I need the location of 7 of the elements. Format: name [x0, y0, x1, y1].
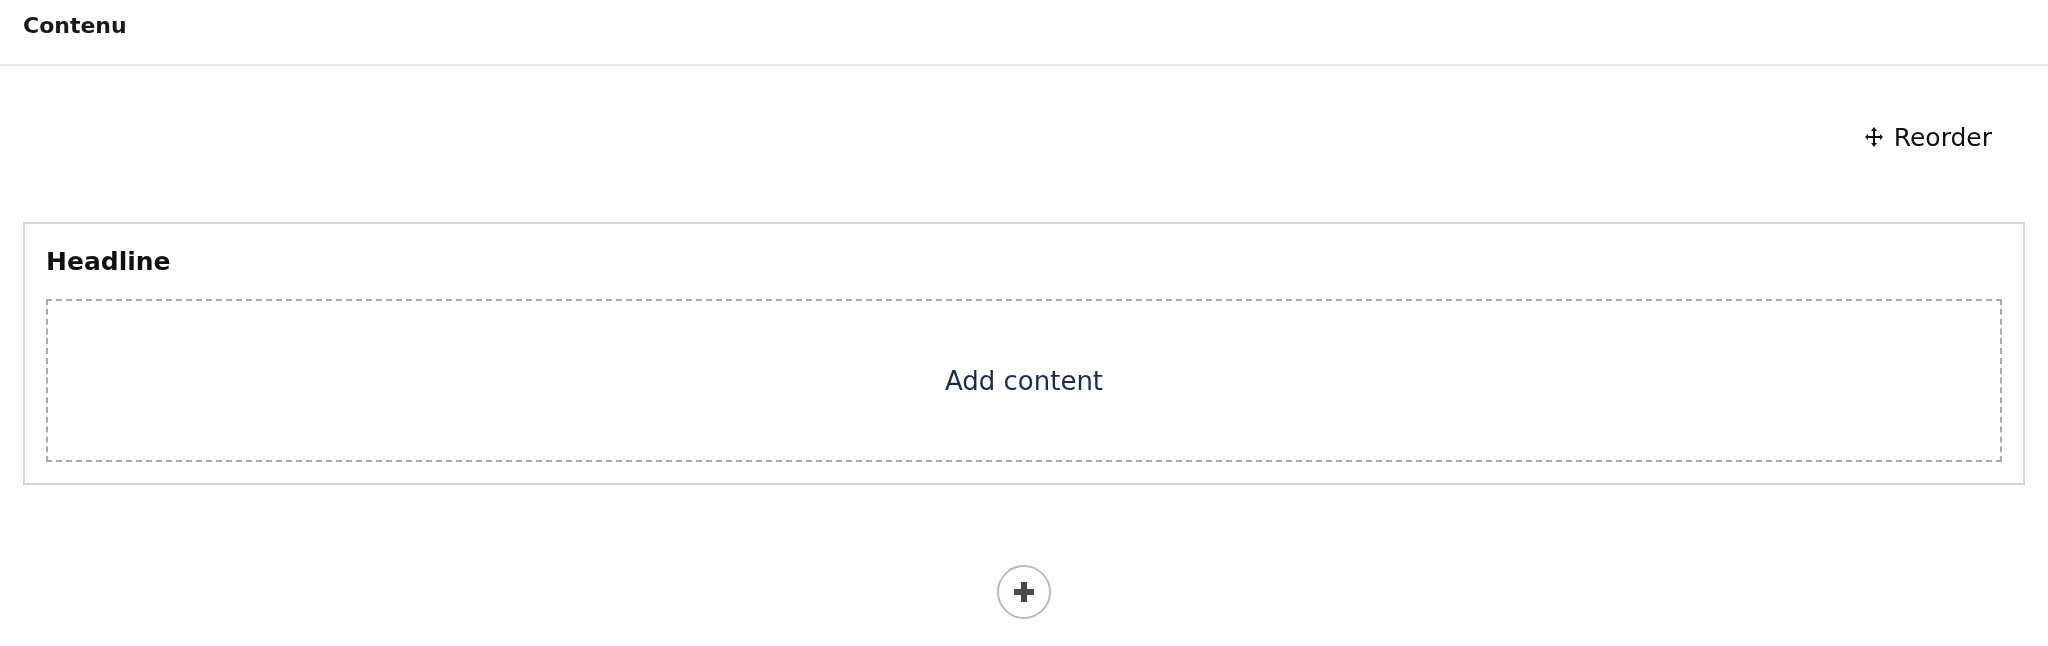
add-button[interactable] [997, 565, 1051, 619]
block-title: Headline [46, 246, 172, 278]
plus-icon [1013, 581, 1035, 603]
page-title: Contenu [23, 12, 127, 38]
reorder-button[interactable]: Reorder [1863, 116, 1992, 158]
move-icon [1863, 126, 1884, 148]
add-content-area[interactable]: Add content [46, 299, 2002, 462]
